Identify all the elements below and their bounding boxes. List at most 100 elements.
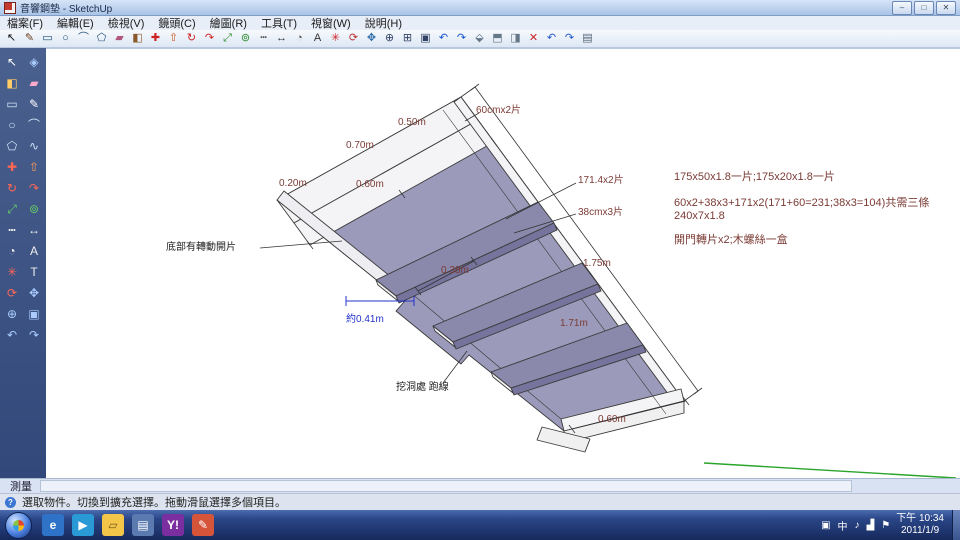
- protractor-tool-icon[interactable]: ◔: [291, 31, 308, 47]
- dim-020: 0.20m: [279, 179, 307, 189]
- rotate-tool-icon[interactable]: ↻: [183, 31, 200, 47]
- menu-edit[interactable]: 編輯(E): [50, 15, 101, 31]
- sketchup-window: 音響鋼墊 - SketchUp – □ ✕ 檔案(F) 編輯(E) 檢視(V) …: [0, 0, 960, 540]
- menu-camera[interactable]: 鏡頭(C): [151, 15, 202, 31]
- palette-3d-text-tool-icon[interactable]: T: [23, 261, 45, 282]
- tape-measure-icon[interactable]: ┅: [255, 31, 272, 47]
- drawing-canvas[interactable]: 60cmx2片 0.50m 0.70m 0.20m 0.60m 171.4x2片…: [46, 48, 960, 478]
- palette-zoom-tool-icon[interactable]: ⊕: [1, 303, 23, 324]
- action-center-icon[interactable]: ⚑: [881, 520, 890, 531]
- start-button[interactable]: [5, 512, 32, 539]
- palette-polygon-tool-icon[interactable]: ⬠: [1, 135, 23, 156]
- polygon-tool-icon[interactable]: ⬠: [93, 31, 110, 47]
- clock-date: 2011/1/9: [896, 525, 944, 538]
- front-view-icon[interactable]: ◨: [507, 31, 524, 47]
- menu-file[interactable]: 檔案(F): [0, 15, 50, 31]
- palette-previous-view-icon[interactable]: ↶: [1, 324, 23, 345]
- dim-171: 1.71m: [560, 319, 588, 329]
- palette-paint-bucket-icon[interactable]: ◧: [1, 72, 23, 93]
- taskbar-clock[interactable]: 下午 10:34 2011/1/9: [896, 513, 944, 538]
- palette-scale-tool-icon[interactable]: ⤢: [1, 198, 23, 219]
- paint-bucket-icon[interactable]: ◧: [129, 31, 146, 47]
- move-tool-icon[interactable]: ✚: [147, 31, 164, 47]
- top-view-icon[interactable]: ⬒: [489, 31, 506, 47]
- circle-tool-icon[interactable]: ○: [57, 31, 74, 47]
- print-icon[interactable]: ▤: [579, 31, 596, 47]
- paint-brush-icon[interactable]: ✎: [192, 514, 214, 536]
- palette-tape-measure-icon[interactable]: ┅: [1, 219, 23, 240]
- undo-icon[interactable]: ↶: [543, 31, 560, 47]
- next-view-icon[interactable]: ↷: [453, 31, 470, 47]
- push-pull-tool-icon[interactable]: ⇧: [165, 31, 182, 47]
- notes-icon[interactable]: ▤: [132, 514, 154, 536]
- tool-palette: ↖ ◈ ◧ ▰ ▭ ✎ ○ ⌒ ⬠ ∿ ✚ ⇧ ↻ ↷ ⤢ ⊚: [0, 48, 46, 478]
- palette-protractor-tool-icon[interactable]: ◔: [1, 240, 23, 261]
- follow-me-tool-icon[interactable]: ↷: [201, 31, 218, 47]
- palette-zoom-extents-icon[interactable]: ▣: [23, 303, 45, 324]
- menu-window[interactable]: 視窗(W): [304, 15, 358, 31]
- status-hint-text: 選取物件。切換到擴充選擇。拖動滑鼠選擇多個項目。: [22, 494, 286, 510]
- line-tool-icon[interactable]: ✎: [21, 31, 38, 47]
- delete-icon[interactable]: ✕: [525, 31, 542, 47]
- palette-move-tool-icon[interactable]: ✚: [1, 156, 23, 177]
- palette-circle-tool-icon[interactable]: ○: [1, 114, 23, 135]
- palette-rectangle-tool-icon[interactable]: ▭: [1, 93, 23, 114]
- windows-flag-icon: [13, 520, 24, 531]
- axes-tool-icon[interactable]: ✳: [327, 31, 344, 47]
- menu-draw[interactable]: 繪圖(R): [203, 15, 254, 31]
- palette-text-tool-icon[interactable]: A: [23, 240, 45, 261]
- yahoo-messenger-icon[interactable]: Y!: [162, 514, 184, 536]
- palette-arc-tool-icon[interactable]: ⌒: [23, 114, 45, 135]
- pan-tool-icon[interactable]: ✥: [363, 31, 380, 47]
- close-button[interactable]: ✕: [936, 1, 956, 15]
- language-indicator[interactable]: 中: [838, 518, 848, 533]
- windows-taskbar: e ▶ ▱ ▤ Y! ✎ ▣ 中 ♪ ▟ ⚑: [0, 510, 960, 540]
- palette-axes-tool-icon[interactable]: ✳: [1, 261, 23, 282]
- offset-tool-icon[interactable]: ⊚: [237, 31, 254, 47]
- title-bar[interactable]: 音響鋼墊 - SketchUp – □ ✕: [0, 0, 960, 16]
- palette-orbit-tool-icon[interactable]: ⟳: [1, 282, 23, 303]
- tray-app-icon[interactable]: ▣: [821, 520, 830, 531]
- redo-icon[interactable]: ↷: [561, 31, 578, 47]
- palette-next-view-icon[interactable]: ↷: [23, 324, 45, 345]
- menu-tools[interactable]: 工具(T): [254, 15, 304, 31]
- palette-eraser-tool-icon[interactable]: ▰: [23, 72, 45, 93]
- media-player-icon[interactable]: ▶: [72, 514, 94, 536]
- menu-help[interactable]: 說明(H): [358, 15, 409, 31]
- measurement-input[interactable]: [40, 480, 852, 492]
- zoom-window-icon[interactable]: ⊞: [399, 31, 416, 47]
- zoom-extents-icon[interactable]: ▣: [417, 31, 434, 47]
- menu-view[interactable]: 檢視(V): [101, 15, 152, 31]
- ie-icon[interactable]: e: [42, 514, 64, 536]
- palette-rotate-tool-icon[interactable]: ↻: [1, 177, 23, 198]
- select-tool-icon[interactable]: ↖: [3, 31, 20, 47]
- explorer-icon[interactable]: ▱: [102, 514, 124, 536]
- network-icon[interactable]: ▟: [867, 520, 875, 531]
- scale-tool-icon[interactable]: ⤢: [219, 31, 236, 47]
- palette-dimension-tool-icon[interactable]: ↔: [23, 219, 45, 240]
- orbit-tool-icon[interactable]: ⟳: [345, 31, 362, 47]
- previous-view-icon[interactable]: ↶: [435, 31, 452, 47]
- palette-offset-tool-icon[interactable]: ⊚: [23, 198, 45, 219]
- dimension-tool-icon[interactable]: ↔: [273, 31, 290, 47]
- palette-freehand-tool-icon[interactable]: ∿: [23, 135, 45, 156]
- palette-push-pull-tool-icon[interactable]: ⇧: [23, 156, 45, 177]
- iso-view-icon[interactable]: ⬙: [471, 31, 488, 47]
- arc-tool-icon[interactable]: ⌒: [75, 31, 92, 47]
- zoom-tool-icon[interactable]: ⊕: [381, 31, 398, 47]
- eraser-tool-icon[interactable]: ▰: [111, 31, 128, 47]
- note-line4: 開門轉片x2;木螺絲一盒: [674, 235, 788, 246]
- minimize-button[interactable]: –: [892, 1, 912, 15]
- maximize-button[interactable]: □: [914, 1, 934, 15]
- show-desktop-button[interactable]: [952, 510, 960, 540]
- volume-icon[interactable]: ♪: [855, 520, 860, 531]
- palette-select-tool-icon[interactable]: ↖: [1, 51, 23, 72]
- palette-pan-tool-icon[interactable]: ✥: [23, 282, 45, 303]
- rectangle-tool-icon[interactable]: ▭: [39, 31, 56, 47]
- text-tool-icon[interactable]: A: [309, 31, 326, 47]
- dim-171-4: 171.4x2片: [578, 176, 624, 186]
- palette-line-tool-icon[interactable]: ✎: [23, 93, 45, 114]
- palette-make-component-icon[interactable]: ◈: [23, 51, 45, 72]
- palette-follow-me-tool-icon[interactable]: ↷: [23, 177, 45, 198]
- dim-38cm: 38cmx3片: [578, 208, 623, 218]
